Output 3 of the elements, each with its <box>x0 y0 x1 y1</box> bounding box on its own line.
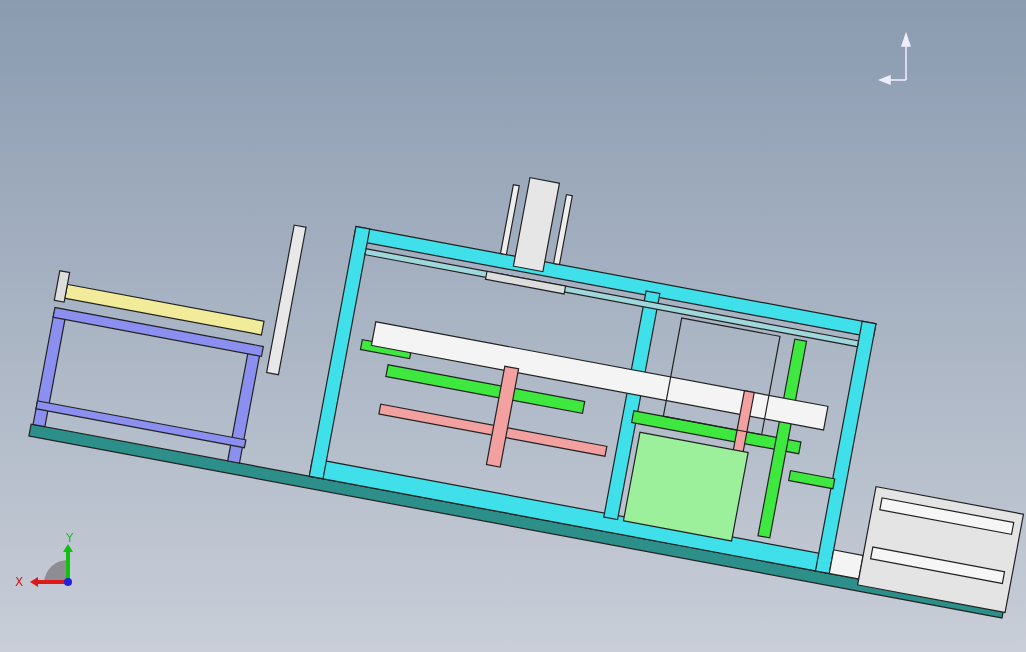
y-axis-label: Y <box>66 532 74 544</box>
x-axis-label: X <box>15 576 24 588</box>
orientation-arrows-icon <box>878 31 912 86</box>
